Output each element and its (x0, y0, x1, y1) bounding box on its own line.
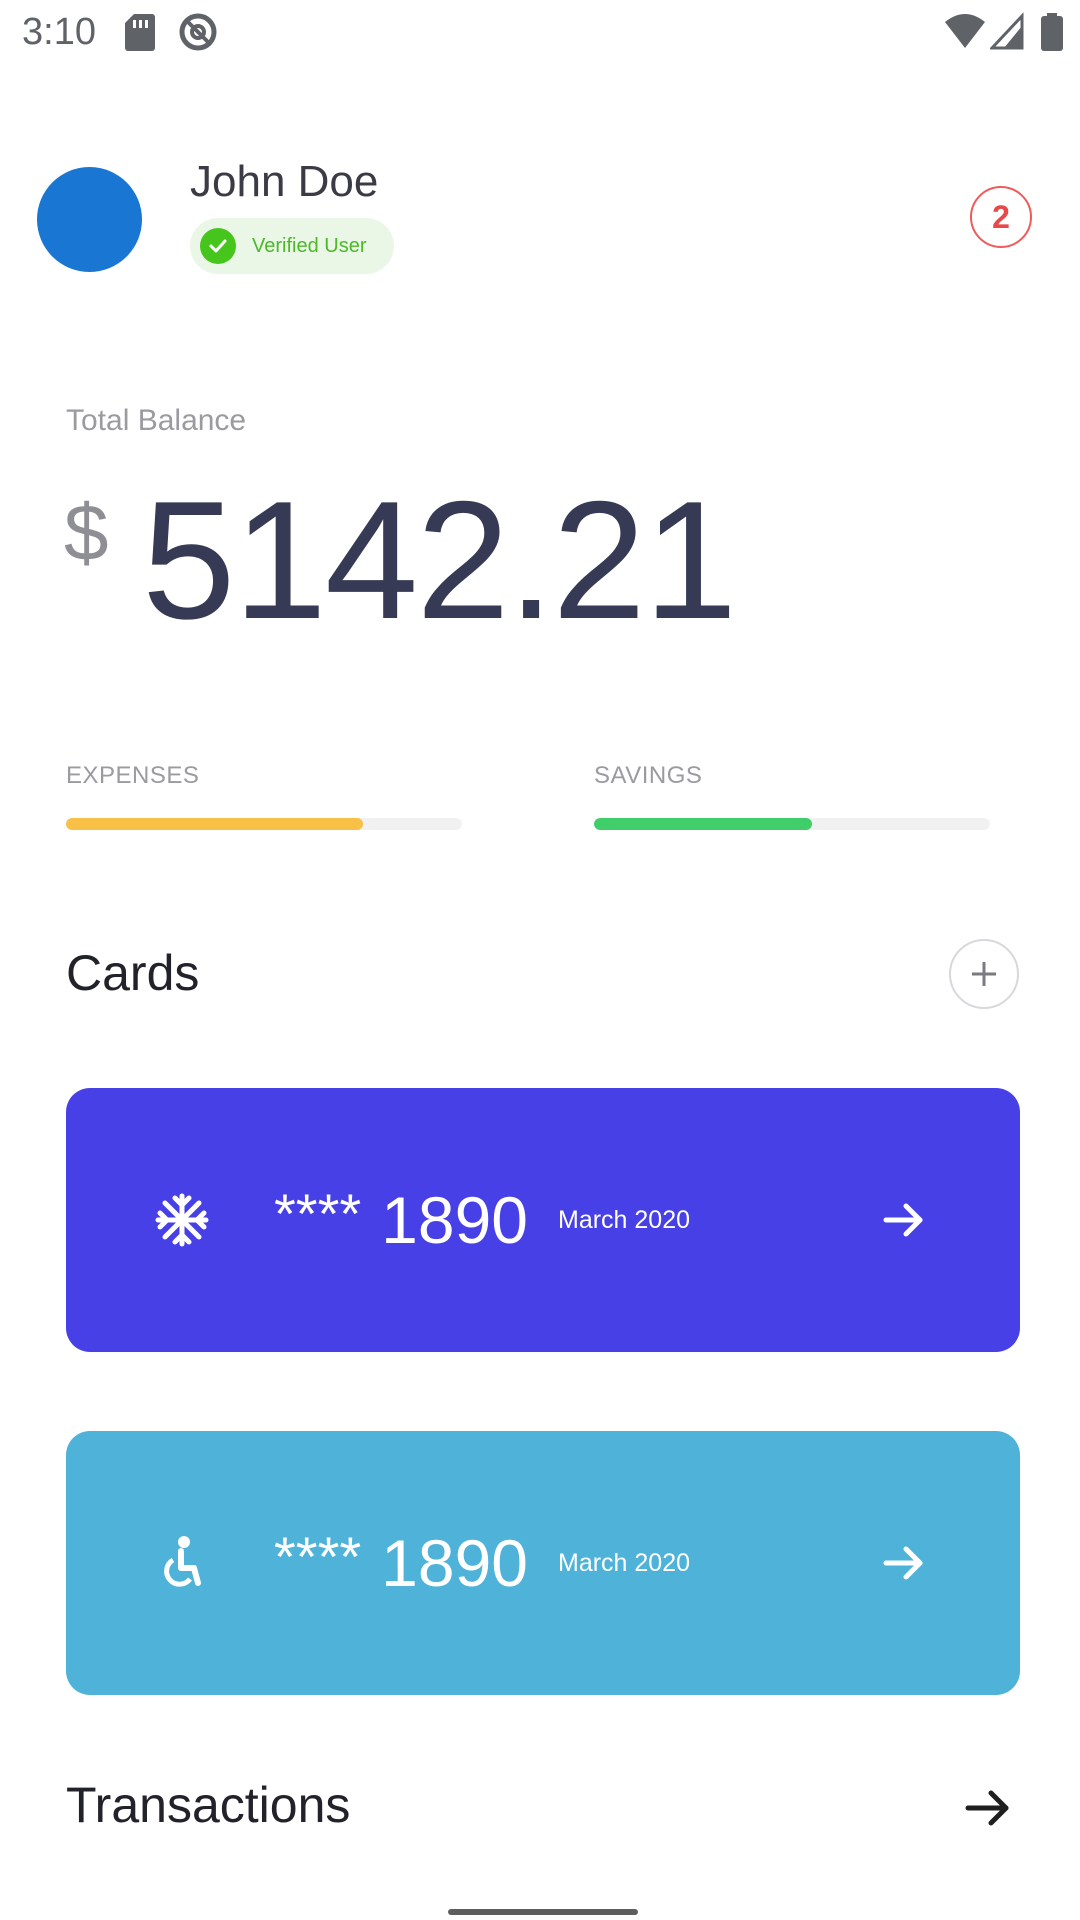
cellular-signal-icon (990, 12, 1024, 50)
balance-amount: 5142.21 (142, 466, 737, 654)
battery-icon (1041, 13, 1063, 51)
card-mask: **** (274, 1525, 362, 1588)
status-time: 3:10 (22, 11, 96, 53)
bank-card[interactable]: **** 1890 March 2020 (66, 1088, 1020, 1352)
at-sign-icon (179, 13, 217, 51)
savings-progress-fill (594, 818, 812, 830)
card-number: 1890 (381, 1183, 528, 1257)
balance-label: Total Balance (66, 404, 247, 437)
bank-card[interactable]: **** 1890 March 2020 (66, 1431, 1020, 1695)
home-indicator[interactable] (448, 1909, 638, 1915)
currency-symbol: $ (64, 488, 109, 577)
user-name: John Doe (190, 157, 379, 206)
cards-title: Cards (66, 945, 200, 1001)
wheelchair-icon (152, 1533, 212, 1593)
savings-label: SAVINGS (594, 762, 703, 789)
expenses-label: EXPENSES (66, 762, 200, 789)
arrow-right-icon[interactable] (880, 1196, 928, 1244)
expenses-progress-fill (66, 818, 363, 830)
card-mask: **** (274, 1182, 362, 1245)
transactions-title: Transactions (66, 1777, 351, 1833)
card-number: 1890 (381, 1526, 528, 1600)
wifi-icon (945, 14, 985, 48)
add-card-button[interactable] (949, 939, 1019, 1009)
checkmark-icon (200, 228, 236, 264)
arrow-right-icon[interactable] (880, 1539, 928, 1587)
avatar[interactable] (37, 167, 142, 272)
savings-progress-bar (594, 818, 990, 830)
plus-icon (972, 962, 996, 986)
verified-badge: Verified User (190, 218, 394, 274)
snowflake-icon (152, 1190, 212, 1250)
notification-badge[interactable]: 2 (970, 186, 1032, 248)
sd-card-icon (125, 14, 155, 51)
card-date: March 2020 (558, 1548, 691, 1577)
verified-label: Verified User (252, 234, 367, 257)
card-date: March 2020 (558, 1205, 691, 1234)
arrow-right-icon[interactable] (964, 1784, 1012, 1832)
expenses-progress-bar (66, 818, 462, 830)
